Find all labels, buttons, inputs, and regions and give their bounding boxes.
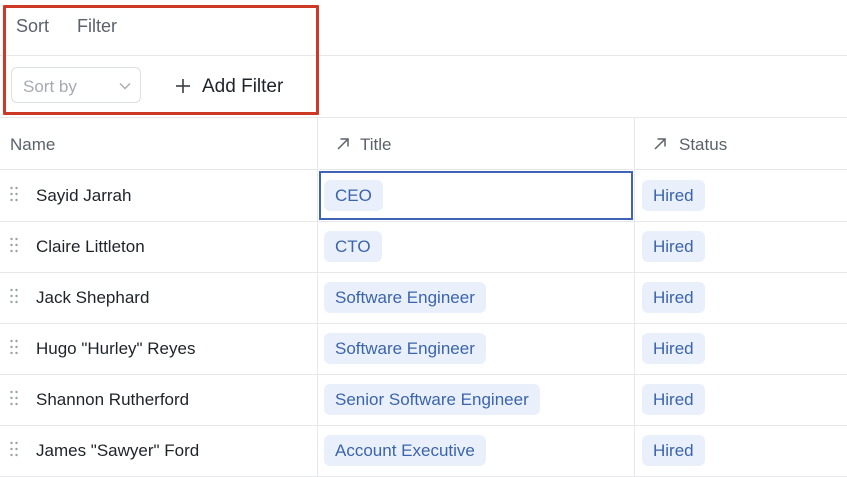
- title-tag: CTO: [324, 231, 382, 262]
- cell-name: Hugo "Hurley" Reyes: [36, 339, 196, 358]
- table-row[interactable]: James "Sawyer" Ford Account Executive Hi…: [0, 425, 847, 477]
- sort-by-placeholder: Sort by: [23, 77, 77, 96]
- chevron-down-icon: [119, 83, 131, 90]
- cell-title[interactable]: Account Executive: [318, 425, 634, 476]
- title-tag: Software Engineer: [324, 333, 486, 364]
- add-filter-label: Add Filter: [202, 76, 284, 97]
- tab-sort[interactable]: Sort: [16, 16, 49, 37]
- table-row[interactable]: Hugo "Hurley" Reyes Software Engineer Hi…: [0, 323, 847, 375]
- title-tag: Software Engineer: [324, 282, 486, 313]
- column-header-status[interactable]: Status: [635, 118, 847, 169]
- cell-title[interactable]: CTO: [318, 221, 634, 272]
- drag-handle-icon[interactable]: [9, 288, 19, 304]
- cell-name: James "Sawyer" Ford: [36, 441, 200, 460]
- table-row[interactable]: Sayid Jarrah CEO Hired: [0, 170, 847, 222]
- table-header: Name Title Status: [0, 118, 847, 170]
- sort-filter-toolbar: Sort Filter Sort by Add Filter: [0, 0, 847, 115]
- arrow-up-right-icon: [654, 138, 666, 150]
- cell-title[interactable]: CEO: [318, 170, 634, 221]
- table-row[interactable]: Claire Littleton CTO Hired: [0, 221, 847, 273]
- cell-title[interactable]: Software Engineer: [318, 272, 634, 323]
- drag-handle-icon[interactable]: [9, 339, 19, 355]
- title-tag: Account Executive: [324, 435, 486, 466]
- records-table: Name Title Status Sayid Jarrah CEO Hired: [0, 117, 847, 477]
- status-badge: Hired: [642, 231, 705, 262]
- tab-filter[interactable]: Filter: [77, 16, 117, 37]
- status-badge: Hired: [642, 333, 705, 364]
- column-header-label: Title: [360, 135, 392, 154]
- cell-title[interactable]: Software Engineer: [318, 323, 634, 374]
- table-row[interactable]: Shannon Rutherford Senior Software Engin…: [0, 374, 847, 426]
- column-header-label: Status: [679, 135, 728, 154]
- status-badge: Hired: [642, 384, 705, 415]
- plus-icon: [176, 79, 190, 93]
- cell-status[interactable]: Hired: [635, 272, 847, 323]
- sort-by-select[interactable]: Sort by: [11, 67, 141, 103]
- cell-status[interactable]: Hired: [635, 425, 847, 476]
- drag-handle-icon[interactable]: [9, 390, 19, 406]
- column-header-title[interactable]: Title: [318, 118, 634, 169]
- cell-title[interactable]: Senior Software Engineer: [318, 374, 634, 425]
- cell-status[interactable]: Hired: [635, 323, 847, 374]
- cell-name: Claire Littleton: [36, 237, 145, 256]
- arrow-up-right-icon: [337, 138, 349, 150]
- cell-status[interactable]: Hired: [635, 374, 847, 425]
- cell-name: Jack Shephard: [36, 288, 150, 307]
- status-badge: Hired: [642, 435, 705, 466]
- table-row[interactable]: Jack Shephard Software Engineer Hired: [0, 272, 847, 324]
- status-badge: Hired: [642, 282, 705, 313]
- toolbar-tabs: Sort Filter: [0, 0, 847, 56]
- title-tag: CEO: [324, 180, 383, 211]
- cell-name: Sayid Jarrah: [36, 186, 132, 205]
- title-tag: Senior Software Engineer: [324, 384, 540, 415]
- cell-status[interactable]: Hired: [635, 170, 847, 221]
- column-header-name[interactable]: Name: [0, 118, 317, 169]
- cell-name: Shannon Rutherford: [36, 390, 190, 409]
- drag-handle-icon[interactable]: [9, 441, 19, 457]
- drag-handle-icon[interactable]: [9, 186, 19, 202]
- status-badge: Hired: [642, 180, 705, 211]
- drag-handle-icon[interactable]: [9, 237, 19, 253]
- cell-status[interactable]: Hired: [635, 221, 847, 272]
- column-header-label: Name: [10, 135, 56, 154]
